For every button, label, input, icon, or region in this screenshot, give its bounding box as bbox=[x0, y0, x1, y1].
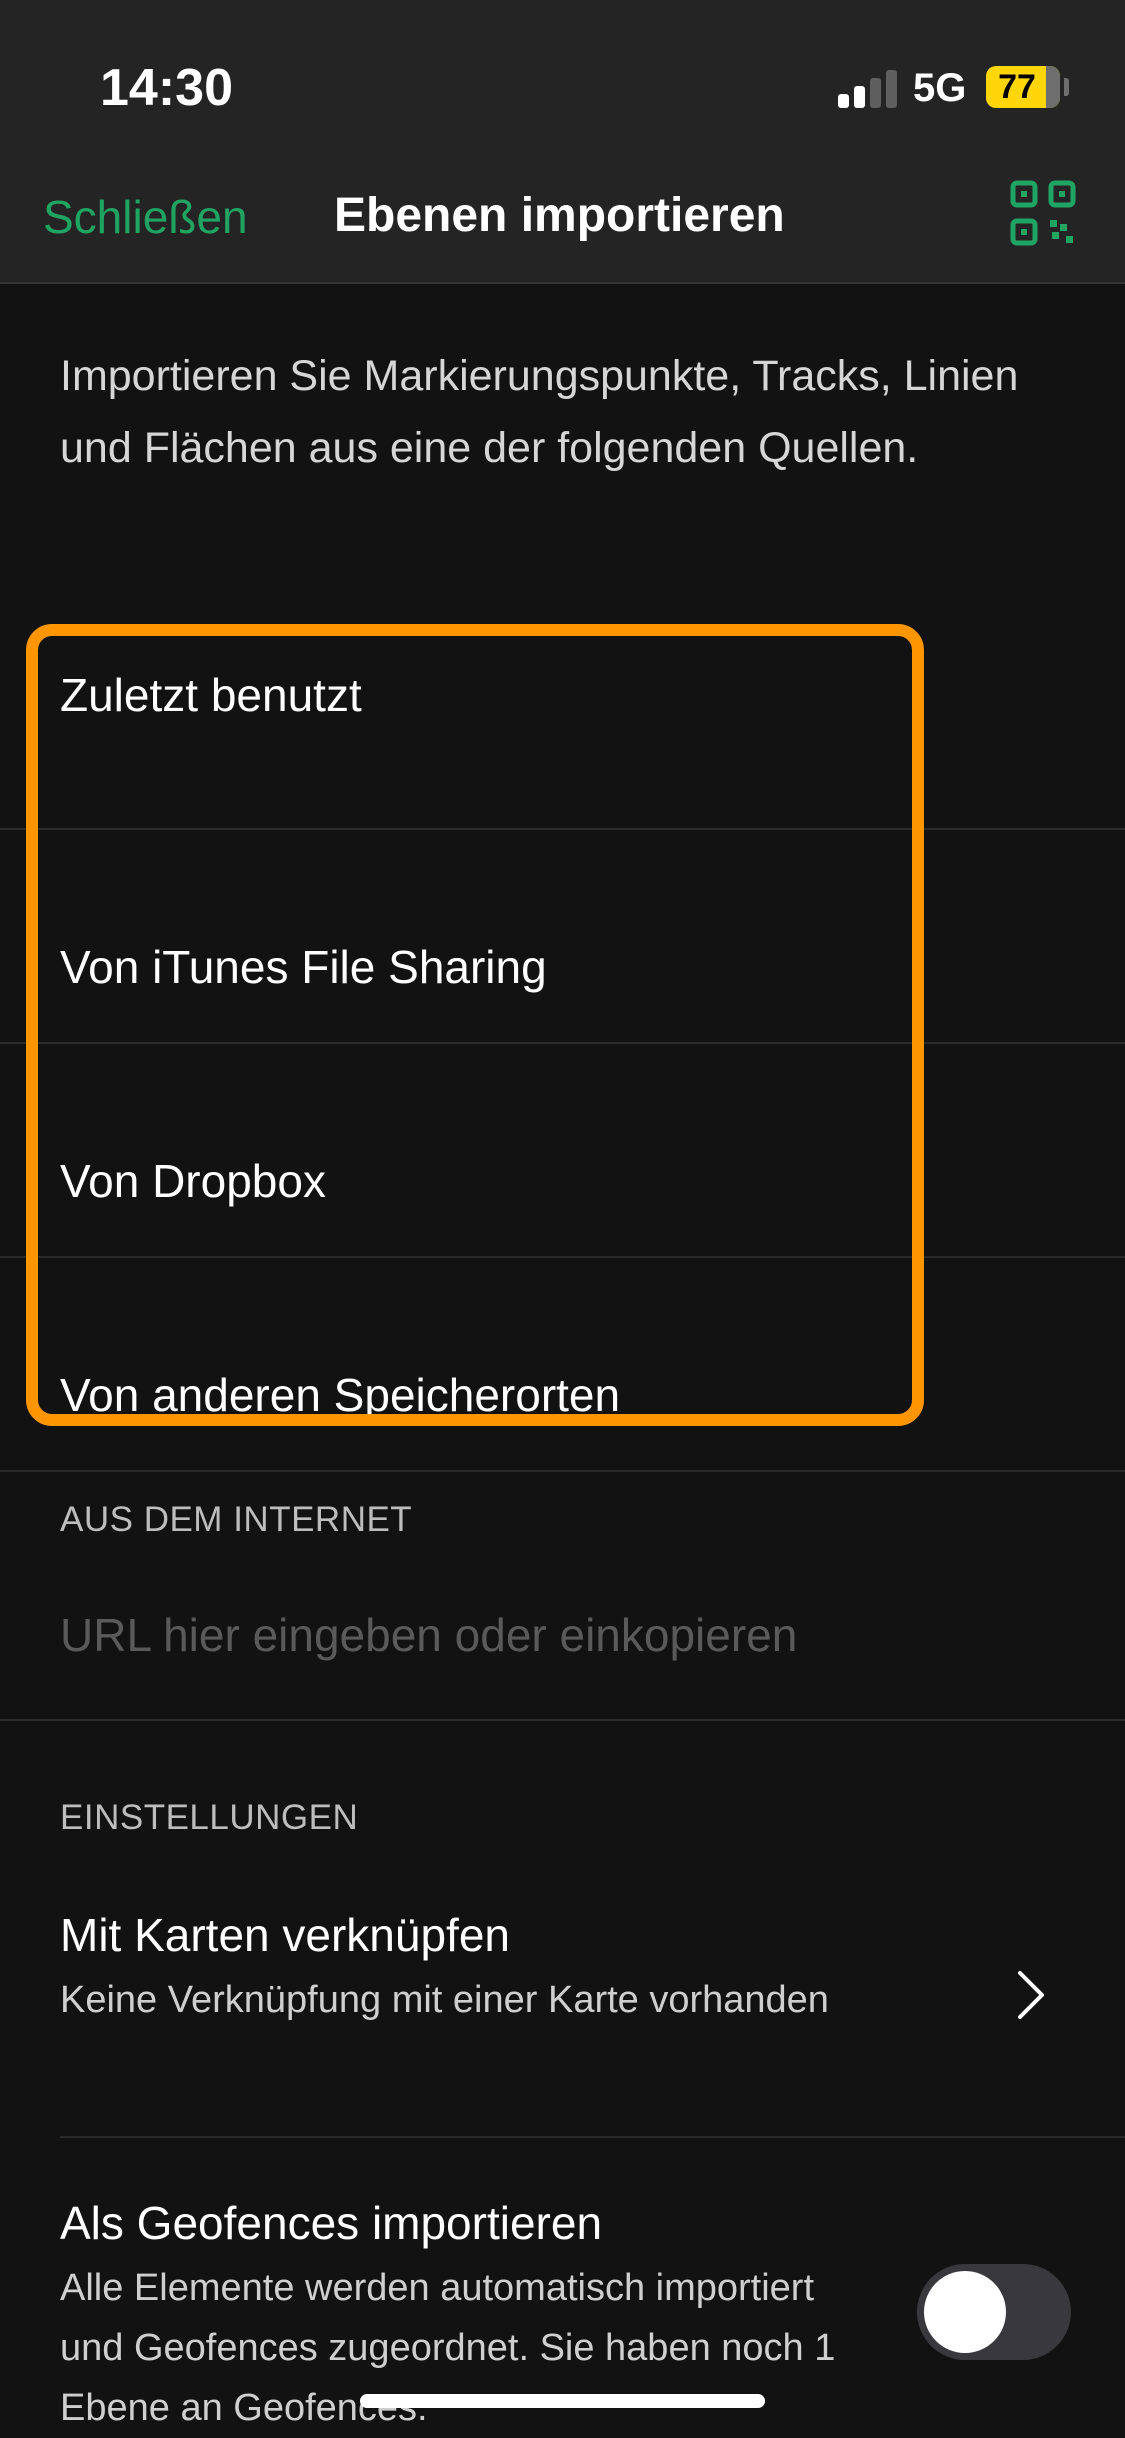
intro-text: Importieren Sie Markierungspunkte, Track… bbox=[60, 352, 1019, 472]
navigation-bar: Schließen Ebenen importieren bbox=[0, 150, 1125, 284]
home-indicator[interactable] bbox=[360, 2394, 765, 2408]
toggle-knob bbox=[924, 2271, 1006, 2353]
source-itunes-file-sharing[interactable]: Von iTunes File Sharing bbox=[0, 830, 1125, 1044]
divider bbox=[60, 2136, 1125, 2138]
source-label: Zuletzt benutzt bbox=[60, 669, 362, 721]
source-label: Von iTunes File Sharing bbox=[60, 941, 547, 993]
link-maps-subtitle: Keine Verknüpfung mit einer Karte vorhan… bbox=[60, 1979, 829, 2021]
divider bbox=[0, 1719, 1125, 1721]
link-maps-title: Mit Karten verknüpfen bbox=[60, 1909, 511, 1961]
source-label: Von anderen Speicherorten bbox=[60, 1369, 621, 1421]
source-recently-used[interactable]: Zuletzt benutzt bbox=[0, 616, 1125, 830]
import-sources-list: Zuletzt benutzt Von iTunes File Sharing … bbox=[0, 616, 1125, 1472]
battery-cap bbox=[1064, 78, 1069, 96]
chevron-right-icon bbox=[1018, 1971, 1044, 2019]
internet-section-header: AUS DEM INTERNET bbox=[60, 1500, 413, 1539]
source-other-locations[interactable]: Von anderen Speicherorten bbox=[0, 1258, 1125, 1472]
cellular-signal-icon bbox=[838, 70, 900, 108]
qr-code-icon[interactable] bbox=[1010, 180, 1076, 246]
geofences-subtitle: Alle Elemente werden automatisch importi… bbox=[60, 2267, 836, 2429]
source-label: Von Dropbox bbox=[60, 1155, 326, 1207]
page-title: Ebenen importieren bbox=[334, 189, 785, 242]
battery-icon: 77 bbox=[986, 66, 1060, 108]
settings-section-header: EINSTELLUNGEN bbox=[60, 1798, 359, 1837]
url-input[interactable] bbox=[60, 1600, 1060, 1670]
network-type: 5G bbox=[913, 66, 967, 110]
battery-level: 77 bbox=[998, 68, 1036, 106]
close-button[interactable]: Schließen bbox=[43, 190, 248, 244]
geofences-title: Als Geofences importieren bbox=[60, 2197, 603, 2249]
status-time: 14:30 bbox=[100, 59, 233, 117]
source-dropbox[interactable]: Von Dropbox bbox=[0, 1044, 1125, 1258]
geofences-toggle[interactable] bbox=[917, 2264, 1071, 2360]
status-bar: 14:30 5G 77 bbox=[0, 0, 1125, 150]
